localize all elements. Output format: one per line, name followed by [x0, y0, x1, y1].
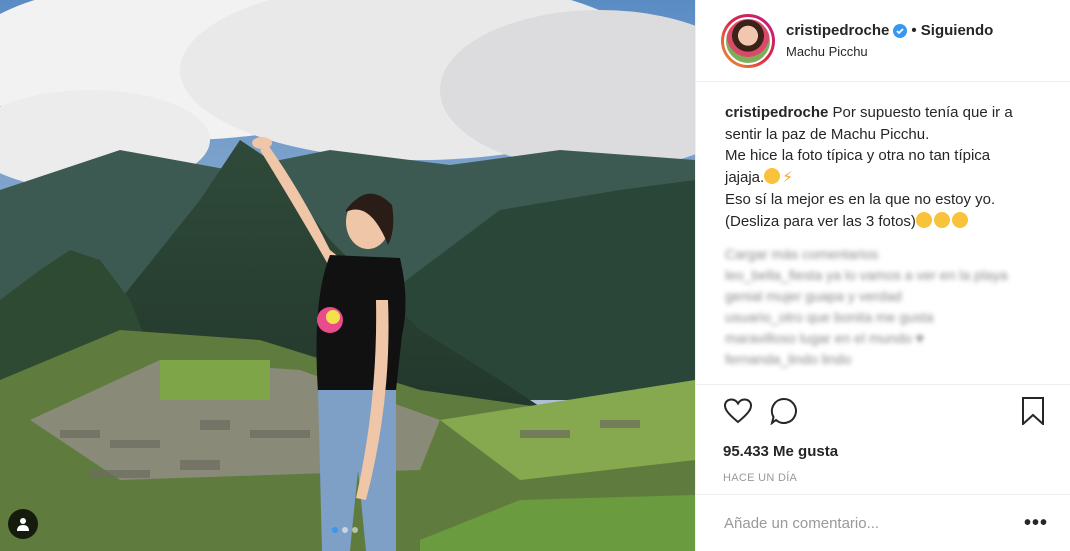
kiss-emoji-icon	[951, 211, 968, 228]
kiss-emoji-icon	[933, 211, 950, 228]
user-tag-icon[interactable]	[8, 509, 38, 539]
post-caption: cristipedroche Por supuesto tenía que ir…	[725, 102, 1045, 232]
blurred-comments: Cargar más comentarios leo_bella_fiesta …	[725, 244, 1045, 370]
comment-bubble-icon[interactable]	[769, 396, 799, 426]
like-count[interactable]: 95.433 Me gusta	[723, 443, 1048, 460]
comment-item: usuario_otro que bonita me gusta	[725, 309, 934, 326]
machu-picchu-image	[0, 0, 695, 551]
username-link[interactable]: cristipedroche	[786, 22, 889, 39]
post-photo[interactable]	[0, 0, 695, 551]
load-more-comments[interactable]: Cargar más comentarios	[725, 244, 1045, 265]
like-heart-icon[interactable]	[723, 396, 753, 426]
comment-item: fernanda_lindo lindo	[725, 351, 852, 368]
post-sidebar: cristipedroche • Siguiendo Machu Picchu …	[695, 0, 1070, 551]
caption-line: sentir la paz de Machu Picchu.	[725, 125, 930, 143]
caption-username[interactable]: cristipedroche	[725, 104, 828, 121]
caption-line: Eso sí la mejor es en la que no estoy yo…	[725, 190, 996, 208]
comment-item: leo_bella_fiesta ya lo vamos a ver en la…	[725, 267, 1008, 284]
post-actions: 95.433 Me gusta HACE UN DÍA	[696, 384, 1070, 494]
post-timestamp[interactable]: HACE UN DÍA	[723, 472, 1048, 484]
location-link[interactable]: Machu Picchu	[786, 44, 993, 59]
caption-line: Por supuesto tenía que ir a	[832, 104, 1013, 121]
tongue-emoji-icon	[764, 168, 781, 185]
comments-area: cristipedroche Por supuesto tenía que ir…	[696, 82, 1070, 382]
avatar[interactable]	[721, 13, 775, 68]
caption-line: Me hice la foto típica y otra no tan típ…	[725, 147, 991, 165]
caption-line: jajaja.	[725, 169, 765, 187]
following-button[interactable]: • Siguiendo	[911, 22, 993, 39]
verified-badge-icon	[893, 23, 908, 38]
bookmark-save-icon[interactable]	[1018, 396, 1048, 426]
caption-line: (Desliza para ver las 3 fotos)	[725, 212, 916, 230]
lightning-emoji-icon: ⚡	[782, 169, 793, 187]
add-comment-bar: •••	[696, 494, 1070, 551]
carousel-dot	[342, 527, 348, 533]
comment-item: maravilloso lugar en el mundo ♥	[725, 330, 924, 347]
carousel-dot	[332, 527, 338, 533]
carousel-dot	[352, 527, 358, 533]
comment-item: genial mujer guapa y verdad	[725, 288, 902, 305]
more-options-icon[interactable]: •••	[1024, 512, 1048, 535]
comment-input[interactable]	[724, 514, 1024, 532]
post-header: cristipedroche • Siguiendo Machu Picchu	[696, 0, 1070, 82]
carousel-dots	[332, 527, 358, 533]
kiss-emoji-icon	[915, 211, 932, 228]
